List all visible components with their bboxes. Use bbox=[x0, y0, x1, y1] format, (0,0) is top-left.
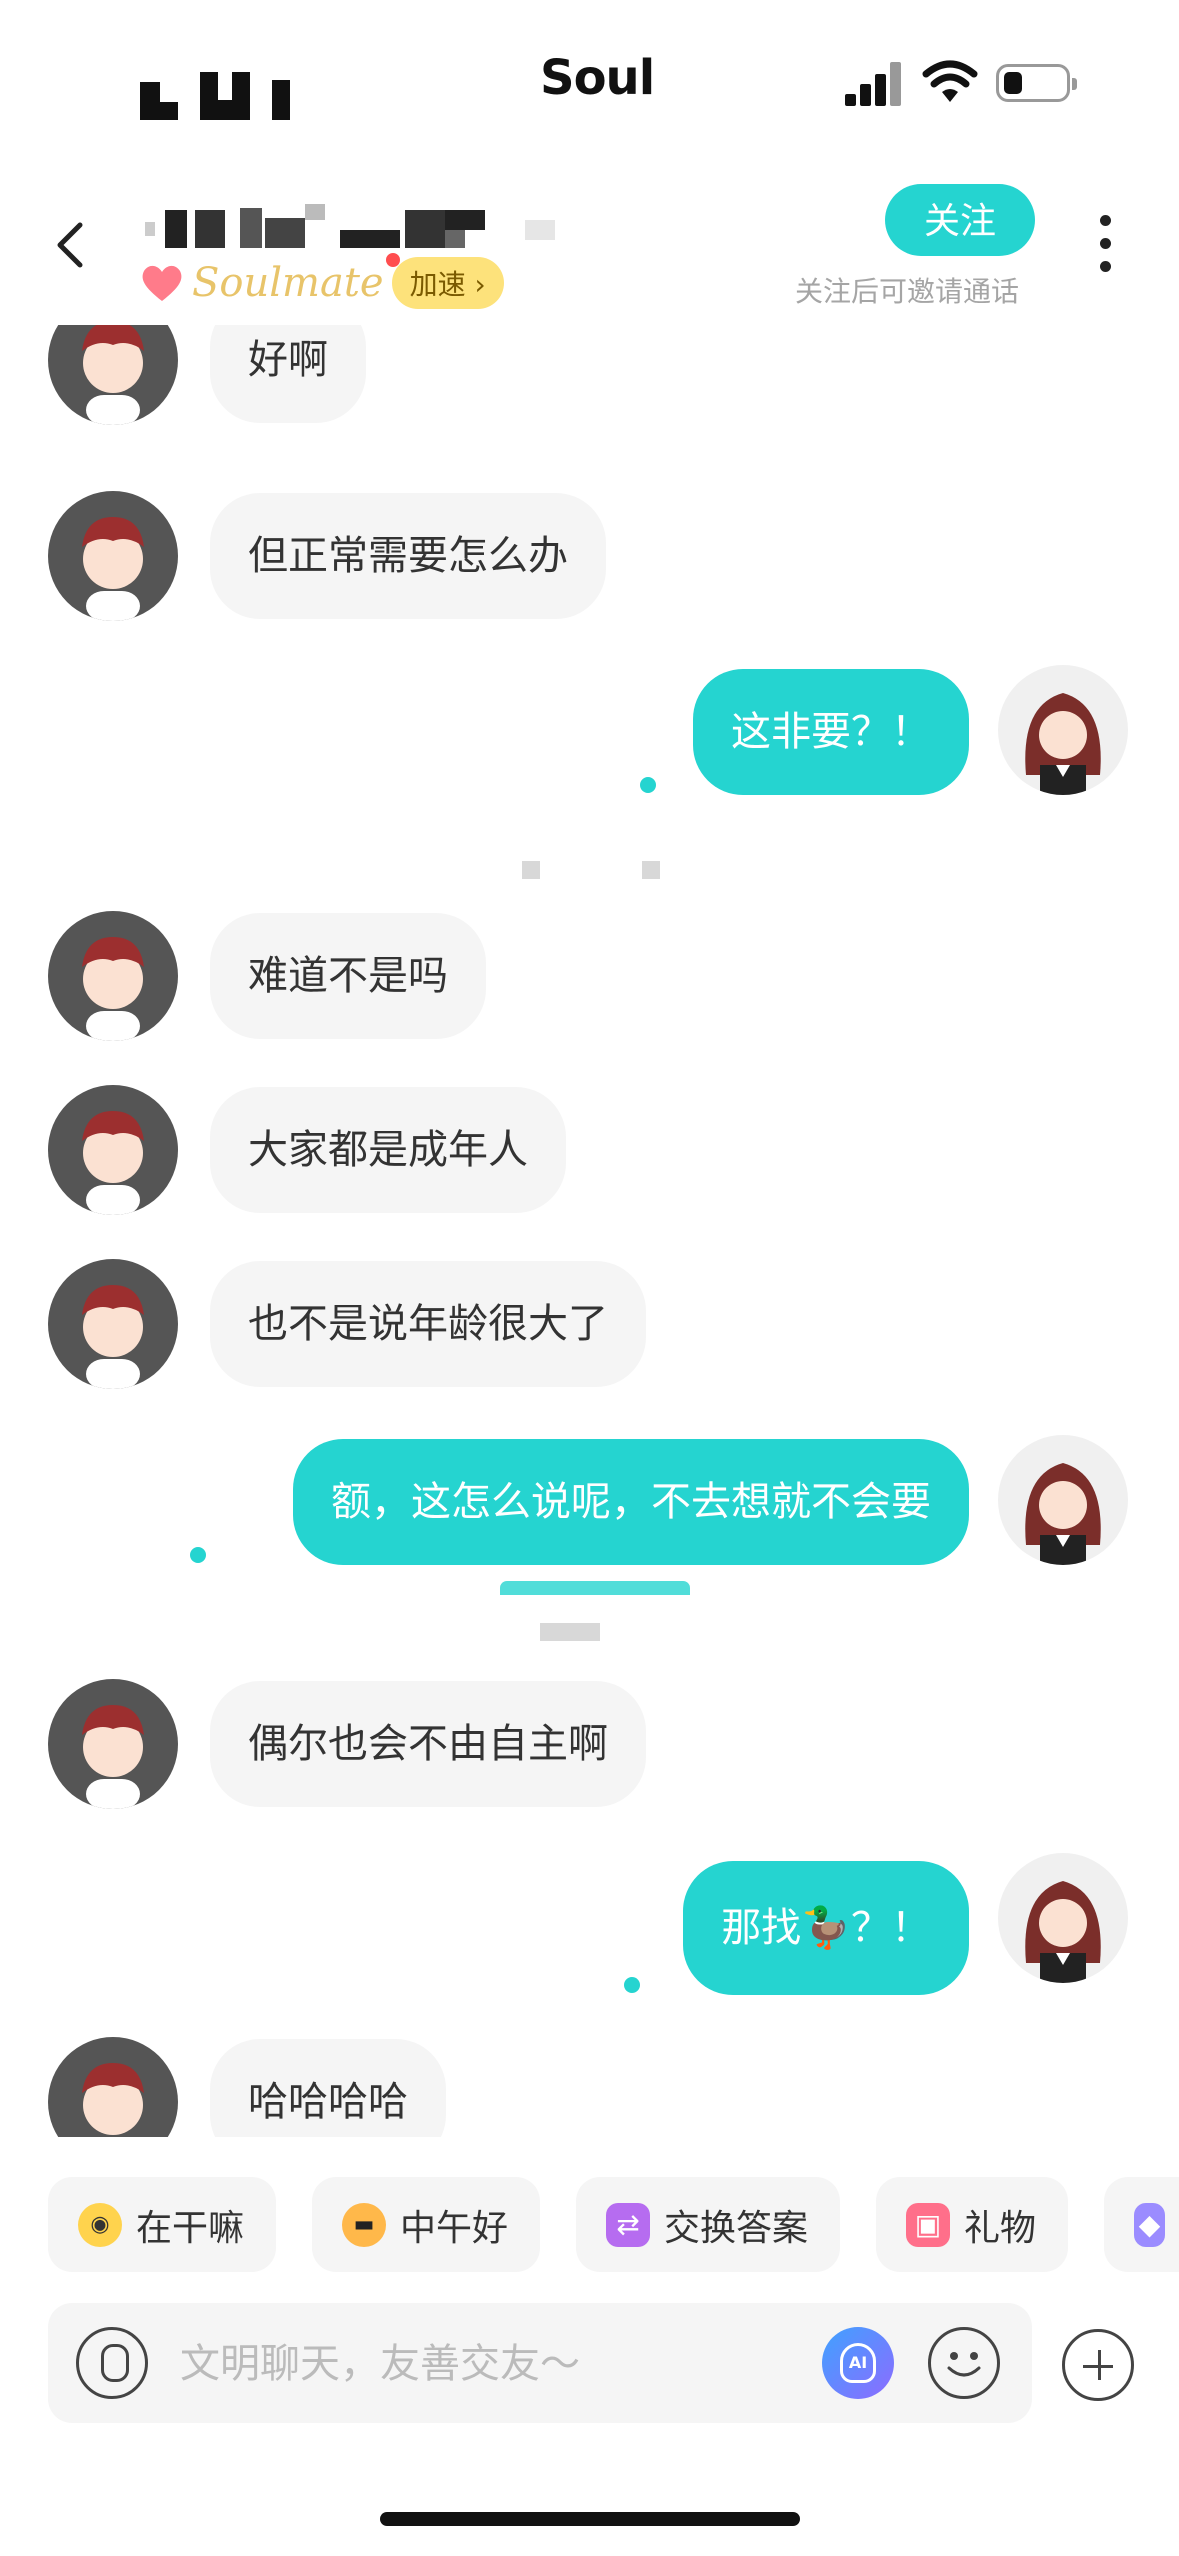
group-icon: ◆ bbox=[1134, 2202, 1165, 2247]
exchange-icon: ⇄ bbox=[606, 2202, 650, 2247]
message-bubble[interactable]: 大家都是成年人 bbox=[210, 1087, 566, 1213]
message-input[interactable] bbox=[178, 2333, 822, 2395]
message-row: 这非要？！ bbox=[0, 665, 1179, 805]
quick-reply-bar: ◉ 在干嘛 ▬ 中午好 ⇄ 交换答案 ▣ 礼物 ◆ bbox=[0, 2177, 1179, 2272]
notification-dot bbox=[385, 253, 400, 267]
quick-reply-chip[interactable]: ◉ 在干嘛 bbox=[48, 2177, 276, 2272]
message-row: 大家都是成年人 bbox=[0, 1085, 1179, 1215]
read-status-dot bbox=[190, 1547, 206, 1563]
more-options-icon[interactable] bbox=[1090, 215, 1120, 285]
microphone-icon[interactable] bbox=[76, 2327, 148, 2399]
message-input-bar: AI bbox=[48, 2303, 1032, 2423]
contact-avatar[interactable] bbox=[48, 1259, 178, 1389]
follow-button[interactable]: 关注 bbox=[885, 184, 1035, 256]
back-icon[interactable] bbox=[40, 210, 100, 280]
my-avatar[interactable] bbox=[998, 665, 1128, 795]
emoji-icon[interactable] bbox=[928, 2327, 1000, 2399]
quick-reply-chip[interactable]: ◆ bbox=[1104, 2177, 1179, 2272]
heart-icon bbox=[142, 265, 182, 301]
contact-name-blurred bbox=[145, 200, 605, 250]
timestamp-blurred bbox=[642, 861, 660, 879]
message-bubble[interactable]: 那找🦆？！ bbox=[683, 1861, 969, 1995]
contact-avatar[interactable] bbox=[48, 491, 178, 621]
read-status-dot bbox=[624, 1977, 640, 1993]
timestamp-blurred bbox=[522, 861, 540, 879]
quick-reply-label: 中午好 bbox=[400, 2207, 509, 2249]
message-row: 好啊 bbox=[0, 325, 1179, 425]
ai-assistant-icon[interactable]: AI bbox=[822, 2327, 894, 2399]
read-status-dot bbox=[640, 777, 656, 793]
quick-reply-chip[interactable]: ▣ 礼物 bbox=[876, 2177, 1068, 2272]
message-row: 额，这怎么说呢，不去想就不会要 bbox=[0, 1435, 1179, 1595]
quick-reply-label: 交换答案 bbox=[664, 2207, 809, 2249]
battery-icon bbox=[996, 64, 1077, 102]
contact-avatar[interactable] bbox=[48, 325, 178, 425]
message-row: 那找🦆？！ bbox=[0, 1853, 1179, 1995]
soulmate-label: Soulmate bbox=[192, 260, 384, 306]
my-avatar[interactable] bbox=[998, 1435, 1128, 1565]
wifi-icon bbox=[922, 60, 978, 102]
message-bubble[interactable]: 哈哈哈哈 bbox=[210, 2039, 446, 2137]
my-avatar[interactable] bbox=[998, 1853, 1128, 1983]
gift-icon: ▣ bbox=[906, 2202, 950, 2247]
message-bubble[interactable]: 额，这怎么说呢，不去想就不会要 bbox=[293, 1439, 969, 1565]
peeking-emoji-icon: ◉ bbox=[78, 2202, 122, 2247]
status-bar: Soul bbox=[0, 0, 1179, 150]
chat-message-list[interactable]: 好啊 但正常需要怎么办 这非要？！ 难道不是吗 大家都是成年人 也不是说年龄很大… bbox=[0, 325, 1179, 2137]
signal-icon bbox=[845, 60, 901, 106]
message-bubble[interactable]: 也不是说年龄很大了 bbox=[210, 1261, 646, 1387]
follow-hint: 关注后可邀请通话 bbox=[795, 275, 1020, 308]
soulmate-row[interactable]: Soulmate 加速 › bbox=[140, 253, 504, 309]
speed-badge-label: 加速 › bbox=[409, 268, 486, 301]
message-bubble[interactable]: 难道不是吗 bbox=[210, 913, 486, 1039]
message-row: 偶尔也会不由自主啊 bbox=[0, 1679, 1179, 1809]
message-row: 哈哈哈哈 bbox=[0, 2037, 1179, 2137]
timestamp-blurred bbox=[540, 1623, 600, 1641]
quick-reply-label: 礼物 bbox=[964, 2207, 1037, 2249]
quick-reply-chip[interactable]: ⇄ 交换答案 bbox=[576, 2177, 840, 2272]
plus-icon[interactable] bbox=[1062, 2329, 1134, 2401]
chat-header: Soulmate 加速 › 关注 关注后可邀请通话 bbox=[0, 170, 1179, 320]
message-bubble[interactable]: 偶尔也会不由自主啊 bbox=[210, 1681, 646, 1807]
message-row: 难道不是吗 bbox=[0, 911, 1179, 1041]
quick-reply-label: 在干嘛 bbox=[136, 2207, 245, 2249]
quick-reply-chip[interactable]: ▬ 中午好 bbox=[312, 2177, 540, 2272]
contact-avatar[interactable] bbox=[48, 911, 178, 1041]
message-row: 也不是说年龄很大了 bbox=[0, 1259, 1179, 1389]
contact-avatar[interactable] bbox=[48, 2037, 178, 2137]
speed-badge[interactable]: 加速 › bbox=[385, 253, 504, 309]
sunglasses-emoji-icon: ▬ bbox=[342, 2202, 386, 2247]
contact-avatar[interactable] bbox=[48, 1679, 178, 1809]
message-bubble[interactable]: 好啊 bbox=[210, 325, 366, 423]
carrier-label: Soul bbox=[540, 50, 655, 106]
contact-avatar[interactable] bbox=[48, 1085, 178, 1215]
message-bubble[interactable]: 这非要？！ bbox=[693, 669, 969, 795]
status-time-blurred bbox=[140, 72, 300, 120]
home-indicator[interactable] bbox=[380, 2512, 800, 2526]
message-bubble[interactable]: 但正常需要怎么办 bbox=[210, 493, 606, 619]
message-row: 但正常需要怎么办 bbox=[0, 491, 1179, 621]
